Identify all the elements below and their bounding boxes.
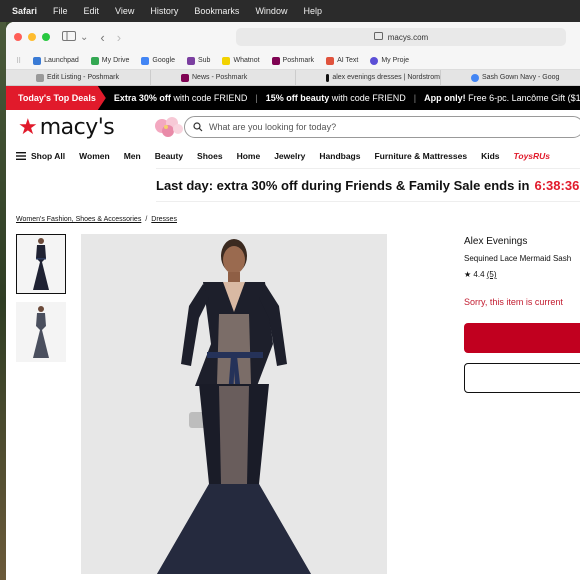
- shop-all-button[interactable]: Shop All: [16, 151, 65, 161]
- page-icon: [373, 32, 383, 42]
- breadcrumb-dresses[interactable]: Dresses: [151, 216, 177, 234]
- promo-deal-1[interactable]: Extra 30% off with code FRIEND: [106, 93, 256, 103]
- bookmarks-bar: ⠿ Launchpad My Drive Google Sub Whatnot …: [6, 52, 580, 70]
- rating-value: ★ 4.4: [464, 270, 485, 279]
- dress-image: [81, 234, 387, 574]
- tab-nordstrom[interactable]: alex evenings dresses | Nordstrom: [296, 70, 441, 85]
- macys-logo[interactable]: ★ macy's: [18, 114, 115, 140]
- site-header: ★ macy's What are you looking for today?: [6, 110, 580, 144]
- nav-toysrus[interactable]: ToysRUs: [514, 151, 551, 161]
- breadcrumb-divider: /: [145, 216, 148, 223]
- menu-history[interactable]: History: [150, 6, 178, 16]
- sale-countdown-banner[interactable]: Last day: extra 30% off during Friends &…: [156, 168, 580, 202]
- menu-app-name[interactable]: Safari: [12, 6, 37, 16]
- window-controls: [14, 33, 50, 41]
- tab-bar: Edit Listing - Poshmark News - Poshmark …: [6, 70, 580, 86]
- bookmark-poshmark[interactable]: Poshmark: [271, 56, 314, 65]
- breadcrumb-womens-fashion[interactable]: Women's Fashion, Shoes & Accessories: [16, 216, 141, 234]
- product-thumbnail-2[interactable]: [16, 302, 66, 362]
- promo-bar: Today's Top Deals Extra 30% off with cod…: [6, 86, 580, 110]
- dress-thumbnail-image: [33, 306, 49, 358]
- nav-women[interactable]: Women: [79, 151, 110, 161]
- search-icon: [193, 122, 203, 132]
- product-name: Sequined Lace Mermaid Sash: [464, 254, 572, 263]
- minimize-window-button[interactable]: [28, 33, 36, 41]
- search-placeholder: What are you looking for today?: [209, 122, 337, 132]
- browser-window: ⌄ ‹ › macys.com ⠿ Launchpad My Drive Goo…: [6, 22, 580, 580]
- forward-arrow-icon[interactable]: ›: [117, 30, 121, 45]
- close-window-button[interactable]: [14, 33, 22, 41]
- primary-action-button[interactable]: S: [464, 323, 580, 353]
- dress-thumbnail-image: [33, 238, 49, 290]
- tab-news-poshmark[interactable]: News - Poshmark: [151, 70, 296, 85]
- bookmark-whatnot[interactable]: Whatnot: [222, 56, 260, 65]
- unavailable-message: Sorry, this item is current: [464, 297, 563, 307]
- nav-handbags[interactable]: Handbags: [319, 151, 360, 161]
- menu-file[interactable]: File: [53, 6, 68, 16]
- back-arrow-icon[interactable]: ‹: [100, 30, 104, 45]
- promo-deal-2[interactable]: 15% off beauty with code FRIEND: [258, 93, 414, 103]
- chevron-down-icon[interactable]: ⌄: [80, 32, 88, 43]
- bookmark-my-drive[interactable]: My Drive: [90, 56, 129, 65]
- menu-view[interactable]: View: [115, 6, 134, 16]
- menu-help[interactable]: Help: [303, 6, 322, 16]
- url-text: macys.com: [387, 32, 429, 42]
- star-icon: ★: [18, 114, 38, 139]
- nav-beauty[interactable]: Beauty: [155, 151, 183, 161]
- grid-icon[interactable]: ⠿: [16, 57, 21, 65]
- nav-kids[interactable]: Kids: [481, 151, 499, 161]
- product-info: Alex Evenings Sequined Lace Mermaid Sash…: [464, 234, 580, 393]
- menu-edit[interactable]: Edit: [84, 6, 100, 16]
- breadcrumb: Women's Fashion, Shoes & Accessories / D…: [6, 202, 580, 234]
- product-rating: ★ 4.4 (5): [464, 270, 580, 279]
- menu-window[interactable]: Window: [255, 6, 287, 16]
- bookmark-sub[interactable]: Sub: [187, 56, 210, 65]
- product-section: Alex Evenings Sequined Lace Mermaid Sash…: [6, 234, 580, 574]
- nav-men[interactable]: Men: [124, 151, 141, 161]
- product-main-image[interactable]: [81, 234, 387, 574]
- bookmark-ai-text[interactable]: AI Text: [326, 56, 358, 65]
- nav-shoes[interactable]: Shoes: [197, 151, 223, 161]
- countdown-text: Last day: extra 30% off during Friends &…: [156, 177, 530, 193]
- tab-edit-listing[interactable]: Edit Listing - Poshmark: [6, 70, 151, 85]
- bookmark-launchpad[interactable]: Launchpad: [33, 56, 79, 65]
- secondary-action-button[interactable]: Sh: [464, 363, 580, 393]
- bookmark-google[interactable]: Google: [141, 56, 175, 65]
- zoom-window-button[interactable]: [42, 33, 50, 41]
- review-count-link[interactable]: (5): [487, 270, 497, 279]
- flower-icon: [155, 117, 183, 137]
- nav-jewelry[interactable]: Jewelry: [274, 151, 305, 161]
- bookmark-my-projects[interactable]: My Proje: [370, 56, 409, 65]
- countdown-timer: 6:38:36: [534, 177, 580, 193]
- sidebar-toggle-icon[interactable]: [62, 30, 76, 44]
- product-brand[interactable]: Alex Evenings: [464, 236, 580, 247]
- hamburger-icon: [16, 152, 26, 160]
- nav-home[interactable]: Home: [237, 151, 261, 161]
- browser-toolbar: ⌄ ‹ › macys.com: [6, 22, 580, 52]
- product-thumbnail-1[interactable]: [16, 234, 66, 294]
- mac-menubar: Safari File Edit View History Bookmarks …: [0, 0, 580, 22]
- main-nav: Shop All Women Men Beauty Shoes Home Jew…: [6, 144, 580, 168]
- tab-google-search[interactable]: Sash Gown Navy - Goog: [441, 70, 580, 85]
- top-deals-badge[interactable]: Today's Top Deals: [6, 86, 106, 110]
- menu-bookmarks[interactable]: Bookmarks: [194, 6, 239, 16]
- search-input[interactable]: What are you looking for today?: [184, 116, 580, 138]
- nav-furniture[interactable]: Furniture & Mattresses: [374, 151, 467, 161]
- address-bar[interactable]: macys.com: [236, 28, 566, 46]
- promo-deal-3[interactable]: App only! Free 6-pc. Lancôme Gift ($168: [416, 93, 580, 103]
